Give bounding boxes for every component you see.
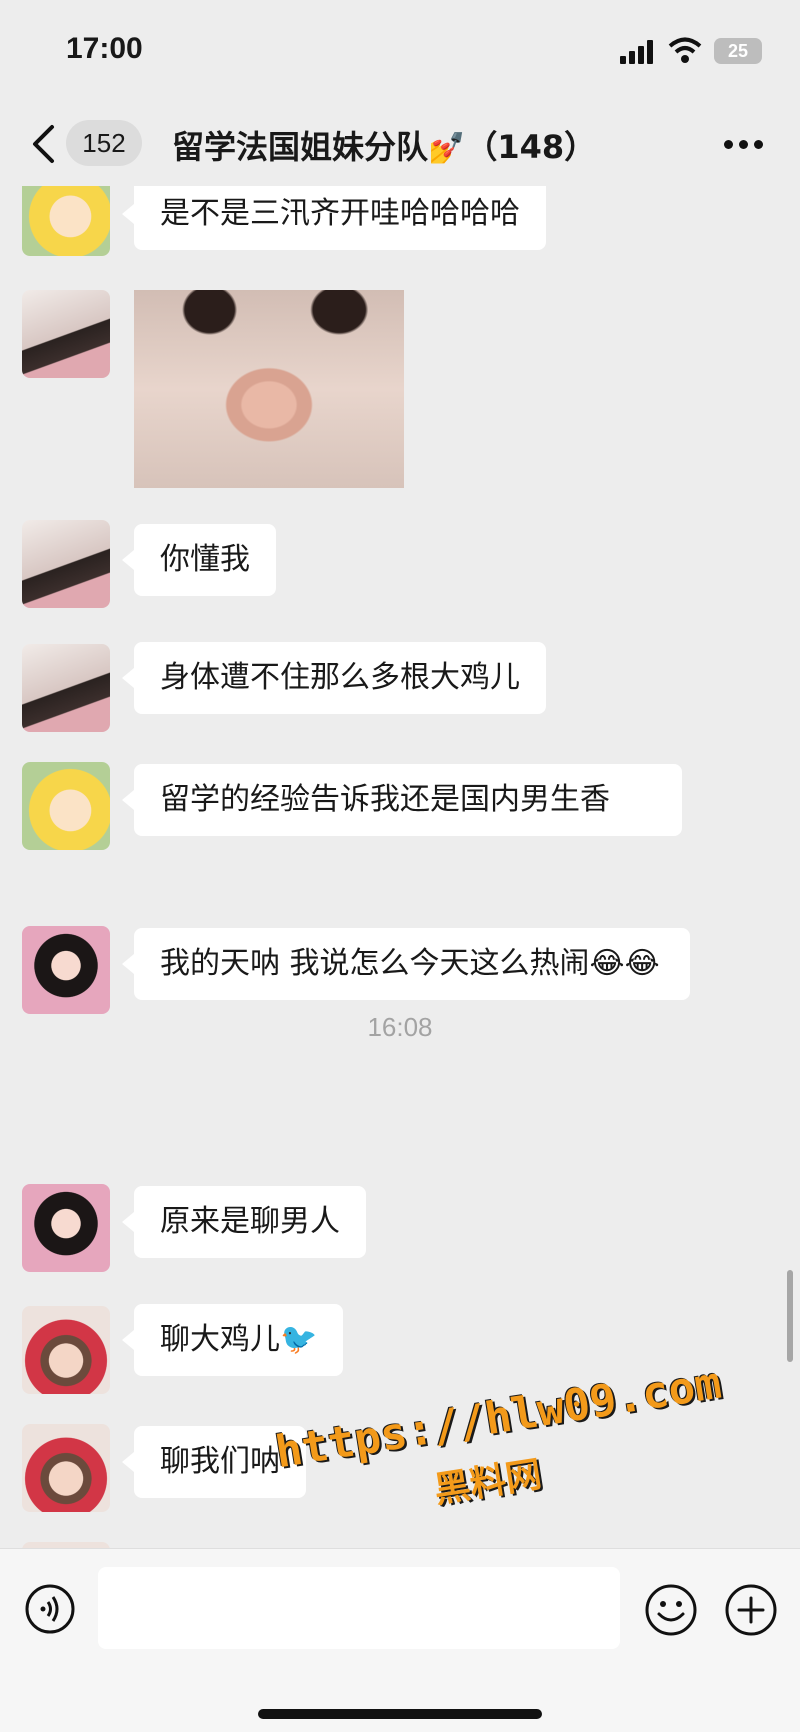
message-bubble[interactable]: 你懂我 (122, 524, 276, 596)
signal-icon (620, 40, 656, 64)
crying-baby-sticker[interactable] (134, 290, 404, 488)
chat-header: 152 留学法国姐妹分队💅（148） (0, 100, 800, 186)
message-bubble[interactable]: 聊大鸡儿🐦 (121, 1304, 344, 1376)
avatar[interactable] (22, 290, 110, 378)
message-timestamp: 16:08 (367, 1012, 433, 1042)
wifi-icon (668, 37, 702, 63)
avatar[interactable] (22, 762, 110, 850)
avatar[interactable] (22, 520, 110, 608)
battery-icon: 25 (714, 38, 762, 64)
avatar[interactable] (22, 1424, 110, 1512)
scrollbar-thumb[interactable] (787, 1270, 793, 1362)
nail-polish-emoji: 💅 (428, 131, 466, 166)
member-count: （148） (465, 128, 597, 166)
back-arrow-icon[interactable] (30, 124, 56, 164)
unread-count-badge[interactable]: 152 (66, 120, 142, 166)
message-bubble[interactable]: 是不是三汛齐开哇哈哈哈哈 (122, 186, 546, 250)
status-time: 17:00 (66, 32, 143, 65)
status-bar: 17:00 25 (0, 0, 800, 100)
avatar[interactable] (22, 644, 110, 732)
avatar[interactable] (22, 1184, 110, 1272)
message-list[interactable]: 是不是三汛齐开哇哈哈哈哈 你懂我 身体遭不住那么多根大鸡儿 留学的经验告诉我还是… (0, 186, 800, 1548)
more-options-icon[interactable] (724, 140, 764, 150)
message-bubble[interactable]: 我的天呐 我说怎么今天这么热闹😂😂 (122, 928, 690, 1000)
message-input[interactable] (98, 1567, 620, 1649)
message-bubble[interactable]: 留学的经验告诉我还是国内男生香 (122, 764, 682, 836)
avatar[interactable] (22, 186, 110, 256)
group-name: 留学法国姐妹分队 (172, 128, 429, 166)
message-bubble[interactable]: 身体遭不住那么多根大鸡儿 (122, 642, 546, 714)
avatar[interactable] (22, 926, 110, 1014)
avatar[interactable] (22, 1306, 110, 1394)
add-icon[interactable] (724, 1583, 778, 1637)
voice-input-icon[interactable] (24, 1583, 76, 1635)
group-title[interactable]: 留学法国姐妹分队💅（148） (172, 122, 596, 168)
emoji-icon[interactable] (644, 1583, 698, 1637)
input-bar (0, 1548, 800, 1732)
home-indicator[interactable] (258, 1709, 542, 1719)
message-bubble[interactable]: 原来是聊男人 (122, 1186, 366, 1258)
